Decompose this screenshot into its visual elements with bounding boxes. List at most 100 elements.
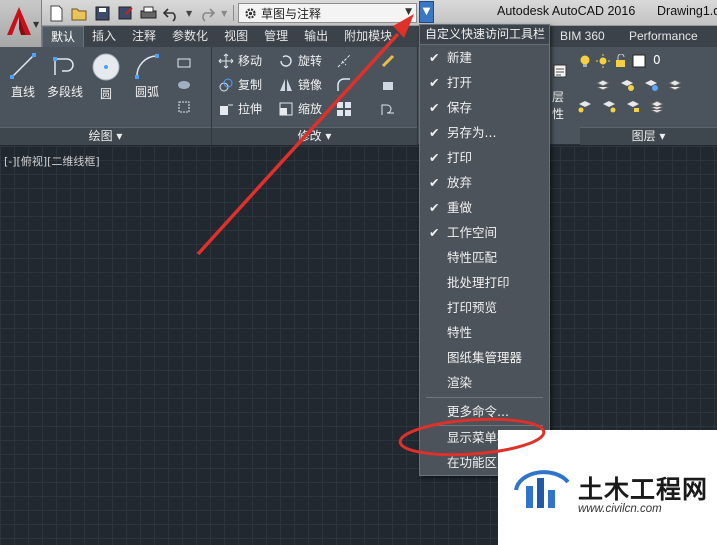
menu-item-redo[interactable]: ✔ 重做 [420, 195, 549, 220]
lightbulb-icon[interactable] [578, 54, 592, 68]
modify-panel-label: 修改 [297, 129, 322, 143]
menu-item-label: 另存为... [447, 125, 497, 140]
save-as-icon[interactable] [117, 5, 134, 22]
customize-qat-button[interactable]: ▼ [419, 1, 434, 23]
tab-parametric[interactable]: 参数化 [164, 26, 216, 47]
trim-icon[interactable] [336, 53, 352, 69]
hatch-icon[interactable] [176, 77, 192, 93]
menu-item-match-properties[interactable]: 特性匹配 [420, 245, 549, 270]
layer-properties-icon[interactable] [552, 63, 568, 79]
move-tool[interactable]: 移动 [218, 51, 262, 70]
current-layer-value[interactable]: 0 [653, 53, 661, 67]
tab-bim360[interactable]: BIM 360 [552, 26, 613, 47]
color-swatch-icon[interactable] [632, 54, 646, 68]
arc-icon [135, 54, 159, 79]
menu-item-plot-preview[interactable]: 打印预览 [420, 295, 549, 320]
layer-freeze-icon[interactable] [668, 78, 682, 92]
check-icon: ✔ [429, 175, 440, 190]
menu-item-label: 更多命令... [447, 404, 509, 419]
chevron-down-icon[interactable]: ▼ [186, 9, 192, 18]
scale-tool[interactable]: 缩放 [278, 99, 322, 118]
stretch-label: 拉伸 [238, 102, 263, 116]
tab-view[interactable]: 视图 [216, 26, 256, 47]
line-tool[interactable]: 直线 [3, 51, 43, 100]
menu-item-properties[interactable]: 特性 [420, 320, 549, 345]
layer-match-icon[interactable] [620, 78, 634, 92]
copy-tool[interactable]: 复制 [218, 75, 262, 94]
fillet-icon[interactable] [336, 77, 352, 93]
menu-separator [426, 397, 543, 398]
layer-state-icon[interactable] [596, 78, 610, 92]
move-label: 移动 [238, 54, 263, 68]
layer-lock-icon[interactable] [626, 99, 640, 113]
layer-previous-icon[interactable] [644, 78, 658, 92]
layers-panel-title[interactable]: 图层 ▾ [580, 127, 717, 145]
menu-item-open[interactable]: ✔ 打开 [420, 70, 549, 95]
erase-icon[interactable] [380, 53, 396, 69]
open-icon[interactable] [71, 5, 88, 22]
application-menu-button[interactable]: ▼ [0, 0, 42, 47]
rotate-icon [280, 54, 292, 67]
draw-panel-title[interactable]: 绘图 ▾ [0, 127, 211, 145]
arc-label: 圆弧 [134, 85, 159, 99]
menu-item-undo[interactable]: ✔ 放弃 [420, 170, 549, 195]
menu-item-print[interactable]: ✔ 打印 [420, 145, 549, 170]
check-icon: ✔ [429, 100, 440, 115]
menu-item-save[interactable]: ✔ 保存 [420, 95, 549, 120]
menu-item-label: 工作空间 [447, 225, 498, 240]
check-icon: ✔ [429, 150, 440, 165]
workspace-selector[interactable]: 草图与注释 ▼ [238, 3, 417, 23]
unlock-icon[interactable] [614, 54, 628, 68]
menu-item-more-commands[interactable]: 更多命令... [420, 399, 549, 424]
check-icon: ✔ [429, 50, 440, 65]
modify-panel-title[interactable]: 修改 ▾ [212, 127, 417, 145]
chevron-down-icon[interactable]: ▼ [221, 9, 227, 18]
copy-icon [219, 78, 233, 91]
rotate-tool[interactable]: 旋转 [278, 51, 322, 70]
tab-addins[interactable]: 附加模块 [336, 26, 400, 47]
modify-panel: 移动 旋转 复制 镜像 拉伸 缩放 修改 ▾ [212, 47, 418, 145]
arc-tool[interactable]: 圆弧 [127, 51, 167, 100]
tab-default[interactable]: 默认 [42, 26, 85, 47]
new-icon[interactable] [48, 5, 65, 22]
chevron-down-icon: ▼ [33, 20, 40, 29]
move-icon [218, 53, 234, 68]
stretch-tool[interactable]: 拉伸 [218, 99, 262, 118]
menu-item-render[interactable]: 渲染 [420, 370, 549, 395]
tab-annotate[interactable]: 注释 [124, 26, 164, 47]
menu-item-label: 图纸集管理器 [447, 350, 523, 365]
viewport-controls-label[interactable]: [-][俯视][二维线框] [4, 153, 100, 169]
redo-icon[interactable] [198, 5, 216, 22]
workspace-label: 草图与注释 [261, 6, 322, 21]
menu-item-label: 放弃 [447, 175, 473, 190]
polyline-tool[interactable]: 多段线 [43, 51, 87, 100]
menu-item-sheet-set-manager[interactable]: 图纸集管理器 [420, 345, 549, 370]
tab-performance[interactable]: Performance [621, 26, 706, 47]
tab-insert[interactable]: 插入 [84, 26, 124, 47]
layers-panel: 层 性 0 图层 ▾ [550, 47, 717, 145]
menu-item-label: 在功能区 [447, 455, 498, 470]
undo-icon[interactable] [163, 5, 180, 22]
boundary-icon[interactable] [176, 99, 192, 115]
menu-item-label: 重做 [447, 200, 473, 215]
layer-properties-label-1: 层 [552, 90, 565, 104]
array-icon[interactable] [336, 101, 352, 117]
menu-item-workspace[interactable]: ✔ 工作空间 [420, 220, 549, 245]
menu-item-batch-plot[interactable]: 批处理打印 [420, 270, 549, 295]
layer-walk-icon[interactable] [650, 99, 664, 113]
print-icon[interactable] [140, 5, 157, 22]
offset-icon[interactable] [380, 101, 396, 117]
rectangle-icon[interactable] [176, 55, 192, 71]
layer-isolate-icon[interactable] [602, 99, 616, 113]
mirror-tool[interactable]: 镜像 [278, 75, 322, 94]
circle-tool[interactable]: 圆 [86, 51, 126, 102]
tab-output[interactable]: 输出 [296, 26, 336, 47]
scale-label: 缩放 [298, 102, 323, 116]
layer-off-icon[interactable] [578, 99, 592, 113]
menu-item-save-as[interactable]: ✔ 另存为... [420, 120, 549, 145]
menu-item-new[interactable]: ✔ 新建 [420, 45, 549, 70]
save-icon[interactable] [94, 5, 111, 22]
tab-manage[interactable]: 管理 [256, 26, 296, 47]
explode-icon[interactable] [380, 77, 396, 93]
sun-icon[interactable] [596, 54, 610, 68]
